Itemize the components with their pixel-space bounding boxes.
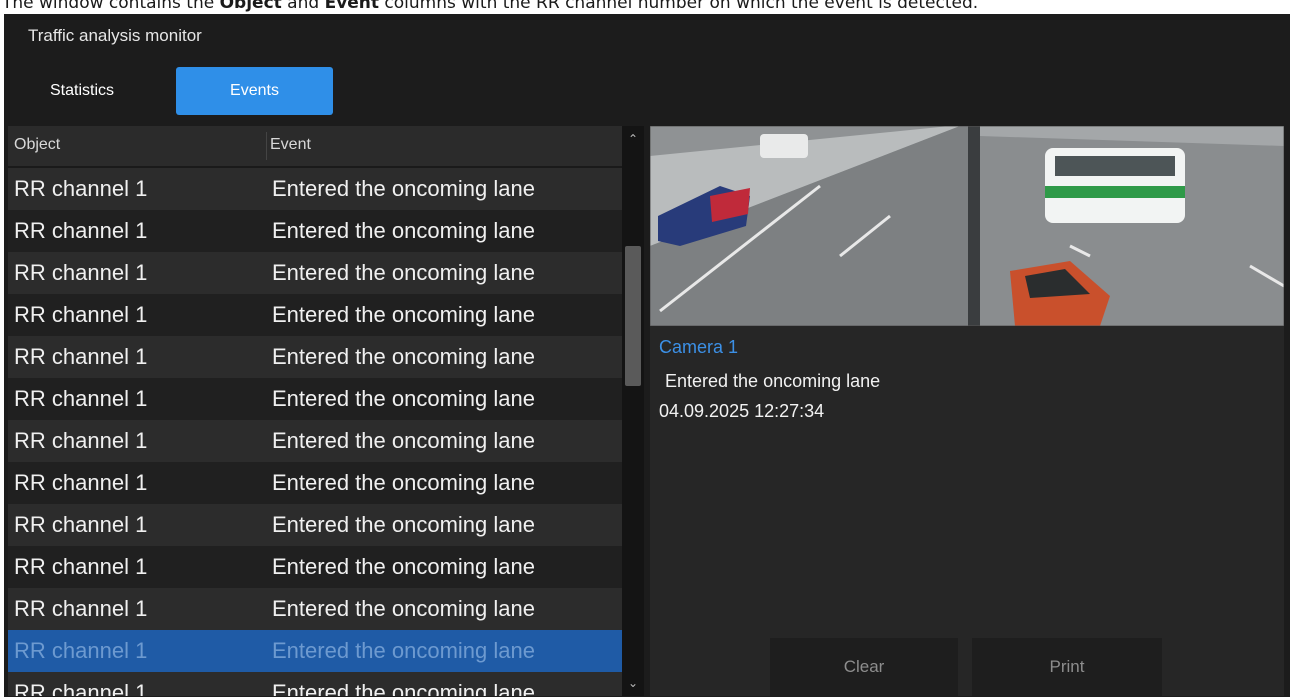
cell-event: Entered the oncoming lane [272,554,535,579]
caption-suffix: columns with the RR channel number on wh… [379,0,979,13]
cell-object: RR channel 1 [14,638,148,663]
cell-event: Entered the oncoming lane [272,428,535,453]
cell-object: RR channel 1 [14,260,148,285]
list-header: Object Event [8,126,622,166]
tab-events[interactable]: Events [176,67,333,115]
cell-object: RR channel 1 [14,344,148,369]
camera-snapshot[interactable] [650,126,1284,326]
chevron-down-icon[interactable]: ⌄ [622,672,644,694]
cell-event: Entered the oncoming lane [272,680,535,696]
cell-object: RR channel 1 [14,218,148,243]
cell-event: Entered the oncoming lane [272,470,535,495]
cell-object: RR channel 1 [14,554,148,579]
column-divider[interactable] [266,132,267,160]
cell-object: RR channel 1 [14,386,148,411]
table-row[interactable]: RR channel 1 Entered the oncoming lane [8,336,622,378]
table-row[interactable]: RR channel 1 Entered the oncoming lane [8,462,622,504]
table-row[interactable]: RR channel 1 Entered the oncoming lane [8,378,622,420]
table-row[interactable]: RR channel 1 Entered the oncoming lane [8,294,622,336]
instruction-caption: The window contains the Object and Event… [0,0,1290,14]
caption-middle: and [281,0,325,13]
cell-event: Entered the oncoming lane [272,596,535,621]
table-row[interactable]: RR channel 1 Entered the oncoming lane [8,168,622,210]
event-timestamp: 04.09.2025 12:27:34 [659,401,825,421]
cell-event: Entered the oncoming lane [272,638,535,663]
chevron-up-icon[interactable]: ⌃ [622,128,644,150]
cell-event: Entered the oncoming lane [272,260,535,285]
event-detail-panel: Camera 1 Entered the oncoming lane 04.09… [650,126,1284,696]
column-header-object[interactable]: Object [14,136,60,154]
cell-event: Entered the oncoming lane [272,344,535,369]
cell-event: Entered the oncoming lane [272,218,535,243]
print-button[interactable]: Print [972,638,1162,696]
cell-event: Entered the oncoming lane [272,176,535,201]
list-scrollbar[interactable]: ⌃ ⌄ [622,126,644,696]
road-scene-image [650,126,1284,326]
cell-object: RR channel 1 [14,596,148,621]
tab-statistics[interactable]: Statistics [22,67,142,115]
table-row[interactable]: RR channel 1 Entered the oncoming lane [8,546,622,588]
table-row[interactable]: RR channel 1 Entered the oncoming lane [8,630,622,672]
cell-event: Entered the oncoming lane [272,302,535,327]
table-row[interactable]: RR channel 1 Entered the oncoming lane [8,210,622,252]
camera-name-link[interactable]: Camera 1 [659,337,738,358]
table-row[interactable]: RR channel 1 Entered the oncoming lane [8,504,622,546]
scrollbar-thumb[interactable] [625,246,641,386]
window-title: Traffic analysis monitor [28,26,202,45]
cell-object: RR channel 1 [14,512,148,537]
cell-object: RR channel 1 [14,428,148,453]
cell-object: RR channel 1 [14,470,148,495]
cell-object: RR channel 1 [14,680,148,696]
event-description: Entered the oncoming lane [665,371,881,391]
cell-event: Entered the oncoming lane [272,512,535,537]
table-row[interactable]: RR channel 1 Entered the oncoming lane [8,672,622,696]
caption-event-term: Event [324,0,380,13]
caption-object-term: Object [219,0,282,13]
table-row[interactable]: RR channel 1 Entered the oncoming lane [8,252,622,294]
events-list: Object Event RR channel 1 Entered the onc… [8,126,622,696]
column-header-event[interactable]: Event [270,136,311,154]
table-row[interactable]: RR channel 1 Entered the oncoming lane [8,420,622,462]
cell-event: Entered the oncoming lane [272,386,535,411]
cell-object: RR channel 1 [14,176,148,201]
cell-object: RR channel 1 [14,302,148,327]
traffic-monitor-window: Traffic analysis monitor Statistics Even… [4,14,1290,697]
list-rows: RR channel 1 Entered the oncoming lane RR … [8,168,622,696]
caption-prefix: The window contains the [2,0,220,13]
clear-button[interactable]: Clear [770,638,958,696]
table-row[interactable]: RR channel 1 Entered the oncoming lane [8,588,622,630]
